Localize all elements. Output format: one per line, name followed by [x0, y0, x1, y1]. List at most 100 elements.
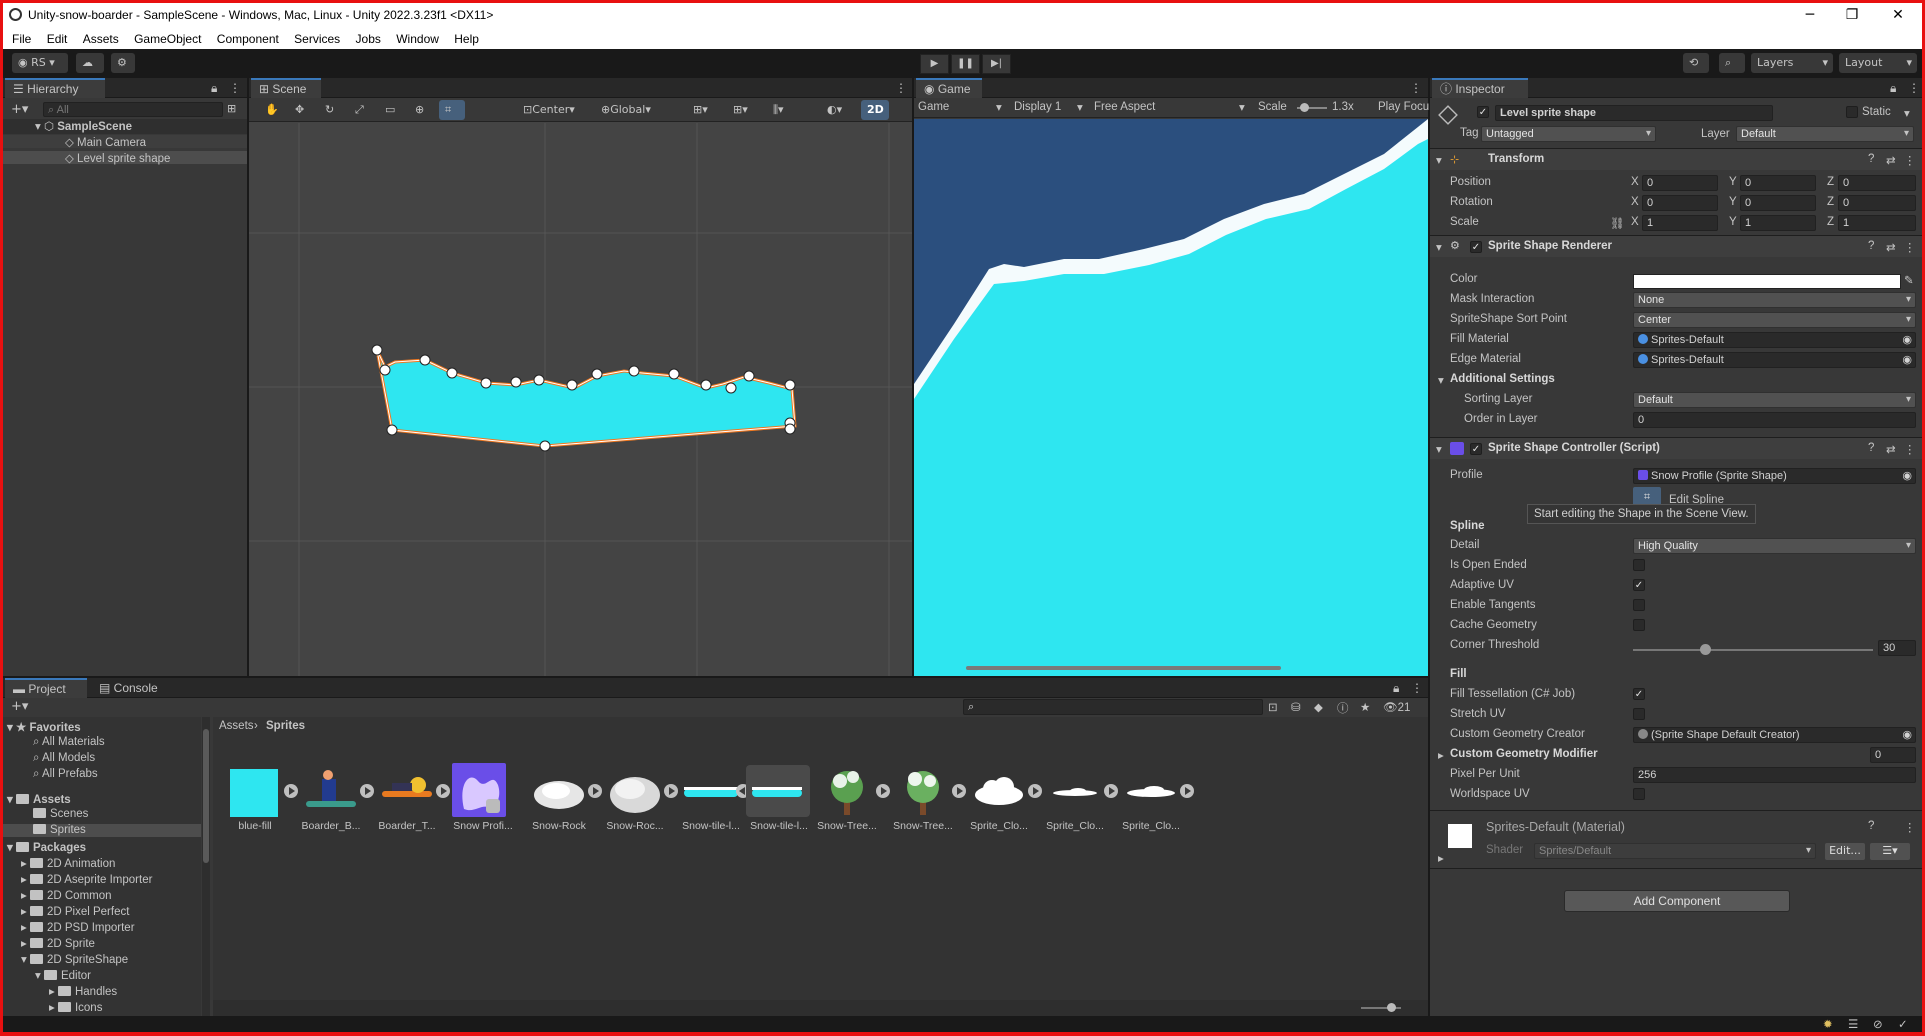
inspector-lock-icon[interactable]: 🔒︎: [1890, 81, 1896, 96]
object-picker-icon[interactable]: ◉: [1902, 353, 1912, 367]
game-scrollbar[interactable]: [966, 666, 1281, 670]
collab-icon[interactable]: ⚙: [111, 53, 135, 73]
controller-enabled-checkbox[interactable]: ✓: [1470, 443, 1482, 455]
menu-help[interactable]: Help: [454, 32, 479, 46]
active-checkbox[interactable]: ✓: [1477, 106, 1489, 118]
asset-sprite-cloud-3[interactable]: Sprite_Clo...: [1122, 765, 1194, 840]
asset-snow-tile-1[interactable]: Snow-tile-l...: [682, 765, 750, 840]
scale-z-field[interactable]: 1: [1838, 215, 1916, 231]
rotate-tool-icon[interactable]: ↻: [319, 100, 345, 120]
object-picker-icon[interactable]: ◉: [1902, 728, 1912, 742]
rotation-x-field[interactable]: 0: [1642, 195, 1718, 211]
notifications-icon[interactable]: ⊘: [1873, 1017, 1883, 1031]
game-more-icon[interactable]: ⋮: [1410, 81, 1422, 95]
material-help-icon[interactable]: ?: [1868, 820, 1874, 832]
additional-settings-label[interactable]: Additional Settings: [1450, 373, 1555, 385]
eyedropper-icon[interactable]: ✎: [1904, 273, 1914, 287]
controller-help-icon[interactable]: ?: [1868, 442, 1874, 454]
pause-button[interactable]: ❚❚: [951, 54, 980, 74]
fill-material-field[interactable]: Sprites-Default ◉: [1633, 332, 1916, 348]
debug-icon[interactable]: ✹: [1823, 1017, 1833, 1031]
package-2d-sprite[interactable]: ▸ 2D Sprite: [3, 936, 201, 950]
add-component-button[interactable]: Add Component: [1564, 890, 1790, 912]
tab-scene[interactable]: ⊞ Scene: [251, 78, 321, 98]
draw-mode-icon[interactable]: ◐▾: [821, 100, 857, 120]
display-dropdown[interactable]: Display 1: [1014, 101, 1061, 113]
favorites-item[interactable]: ▾ ★ Favorites: [3, 720, 201, 734]
info-icon[interactable]: ⓘ: [1337, 700, 1349, 716]
breadcrumb-assets[interactable]: Assets: [219, 720, 254, 732]
static-checkbox[interactable]: [1846, 106, 1858, 118]
project-more-icon[interactable]: ⋮: [1411, 681, 1423, 695]
label-icon[interactable]: ◆: [1314, 700, 1323, 714]
package-2d-spriteshape[interactable]: ▾ 2D SpriteShape: [3, 952, 201, 966]
package-2d-pixel-perfect[interactable]: ▸ 2D Pixel Perfect: [3, 904, 201, 918]
sprites-folder[interactable]: Sprites: [3, 824, 201, 837]
asset-blue-fill[interactable]: blue-fill: [228, 765, 298, 840]
layout-dropdown[interactable]: Layout ▾: [1839, 53, 1917, 73]
add-icon[interactable]: +▾: [11, 102, 28, 117]
tab-inspector[interactable]: ⓘ Inspector: [1432, 78, 1528, 98]
move-tool-icon[interactable]: ✥: [289, 100, 315, 120]
edge-material-field[interactable]: Sprites-Default ◉: [1633, 352, 1916, 368]
modifier-count-field[interactable]: 0: [1870, 747, 1916, 763]
expand-sprite-icon[interactable]: [1104, 784, 1118, 798]
position-x-field[interactable]: 0: [1642, 175, 1718, 191]
sort-point-dropdown[interactable]: Center: [1633, 312, 1916, 328]
search-by-type-icon[interactable]: ⊡: [1268, 700, 1278, 714]
game-viewport[interactable]: [914, 119, 1428, 676]
step-button[interactable]: ▶|: [982, 54, 1011, 74]
package-2d-common[interactable]: ▸ 2D Common: [3, 888, 201, 902]
shader-list-icon[interactable]: ☰▾: [1870, 843, 1910, 860]
scale-x-field[interactable]: 1: [1642, 215, 1718, 231]
object-picker-icon[interactable]: ◉: [1902, 469, 1912, 483]
layer-dropdown[interactable]: Default: [1736, 126, 1914, 142]
play-button[interactable]: ▶: [920, 54, 949, 74]
asset-snow-tile-2[interactable]: Snow-tile-l...: [746, 765, 816, 840]
menu-component[interactable]: Component: [217, 32, 279, 46]
scale-tool-icon[interactable]: ⤢: [349, 100, 375, 120]
fav-all-prefabs[interactable]: ⌕ All Prefabs: [3, 768, 201, 781]
grid-visibility-icon[interactable]: ⊞▾: [727, 100, 763, 120]
asset-snow-rock-2[interactable]: Snow-Roc...: [606, 765, 678, 840]
menu-assets[interactable]: Assets: [83, 32, 119, 46]
tangents-checkbox[interactable]: [1633, 599, 1645, 611]
cloud-icon[interactable]: ☁: [76, 53, 104, 73]
object-name-field[interactable]: Level sprite shape: [1495, 105, 1773, 121]
color-swatch[interactable]: [1633, 274, 1901, 289]
hand-tool-icon[interactable]: ✋: [259, 100, 285, 120]
play-focused-dropdown[interactable]: Play Focu: [1378, 101, 1429, 113]
grid-snap-icon[interactable]: ⊞▾: [687, 100, 723, 120]
tab-project[interactable]: ▬ Project: [5, 678, 87, 698]
material-expand-icon[interactable]: ▸: [1438, 851, 1444, 865]
hierarchy-item-main-camera[interactable]: ◇ Main Camera: [3, 135, 247, 149]
fav-all-models[interactable]: ⌕ All Models: [3, 752, 201, 765]
modifier-arrow-icon[interactable]: ▸: [1438, 748, 1444, 762]
transform-preset-icon[interactable]: ⇄: [1886, 153, 1896, 167]
shader-edit-button[interactable]: Edit...: [1825, 843, 1865, 860]
project-lock-icon[interactable]: 🔒︎: [1393, 681, 1399, 696]
expand-sprite-icon[interactable]: [664, 784, 678, 798]
order-field[interactable]: 0: [1633, 412, 1916, 428]
additional-arrow-icon[interactable]: ▾: [1438, 373, 1444, 387]
transform-tool-icon[interactable]: ⊕: [409, 100, 435, 120]
menu-file[interactable]: File: [12, 32, 31, 46]
sorting-layer-dropdown[interactable]: Default: [1633, 392, 1916, 408]
editor-folder[interactable]: ▾ Editor: [3, 968, 201, 982]
mode-2d-button[interactable]: 2D: [861, 100, 889, 120]
close-button[interactable]: ✕: [1878, 4, 1918, 26]
asset-boarder-b[interactable]: Boarder_B...: [302, 765, 374, 840]
display-arrow-icon[interactable]: ▾: [1077, 100, 1083, 114]
position-y-field[interactable]: 0: [1740, 175, 1816, 191]
game-mode-arrow-icon[interactable]: ▾: [996, 100, 1002, 114]
aspect-dropdown[interactable]: Free Aspect: [1094, 101, 1155, 113]
layers-dropdown[interactable]: Layers ▾: [1751, 53, 1833, 73]
scene-root[interactable]: ▾ ⬡ SampleScene: [3, 119, 247, 134]
favorite-star-icon[interactable]: ★: [1360, 700, 1370, 714]
transform-help-icon[interactable]: ?: [1868, 153, 1874, 165]
expand-sprite-icon[interactable]: [588, 784, 602, 798]
expand-sprite-icon[interactable]: [360, 784, 374, 798]
expand-sprite-icon[interactable]: [284, 784, 298, 798]
asset-sprite-cloud-2[interactable]: Sprite_Clo...: [1046, 765, 1118, 840]
material-menu-icon[interactable]: ⋮: [1904, 820, 1916, 834]
